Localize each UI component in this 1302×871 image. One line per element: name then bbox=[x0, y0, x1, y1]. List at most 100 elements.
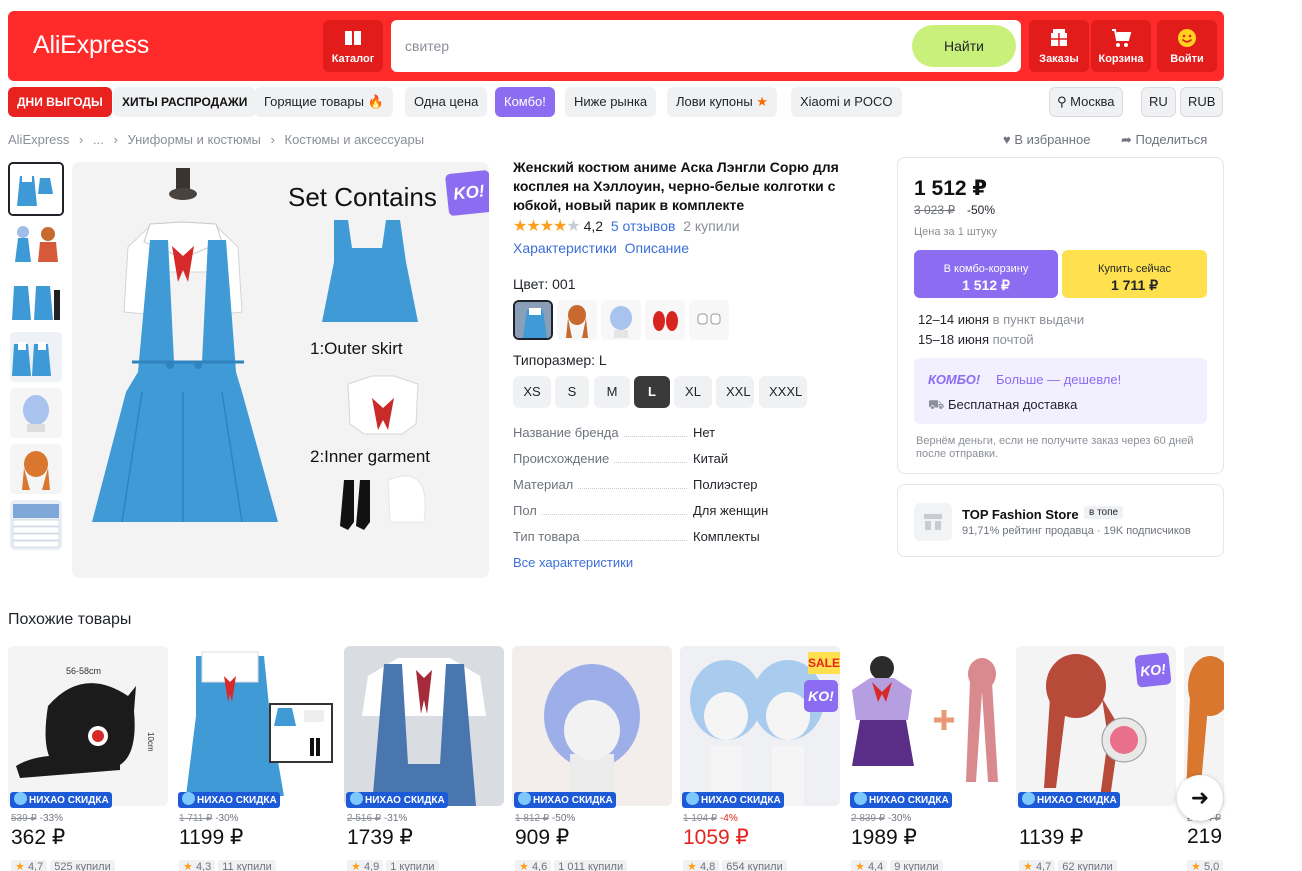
catalog-button[interactable]: Каталог bbox=[323, 20, 383, 72]
store-icon bbox=[924, 514, 942, 530]
similar-meta: ★ 4,3 11 купили bbox=[179, 860, 276, 871]
gallery-thumb[interactable] bbox=[10, 276, 62, 326]
similar-price: 1059 ₽ bbox=[683, 826, 749, 849]
tab-description[interactable]: Описание bbox=[625, 240, 689, 256]
gallery-thumb[interactable] bbox=[10, 444, 62, 494]
similar-card[interactable]: НИХАО СКИДКА 2 516 ₽ -31% 1739 ₽ ★ 4,9 1 … bbox=[344, 646, 504, 871]
chip-deals-days[interactable]: ДНИ ВЫГОДЫ bbox=[8, 87, 112, 117]
crumb-more[interactable]: ... bbox=[93, 132, 104, 147]
favorite-button[interactable]: ♥ В избранное bbox=[1003, 132, 1090, 147]
store-name[interactable]: TOP Fashion Store bbox=[962, 507, 1079, 522]
size-l[interactable]: L bbox=[634, 376, 670, 408]
spec-row: Название бренда Нет bbox=[513, 425, 873, 443]
similar-card[interactable]: НИХАО СКИДКА 2 839 ₽ -30% 1989 ₽ ★ 4,4 9 … bbox=[848, 646, 1008, 871]
rating-stars-icon: ★★★★★ bbox=[513, 218, 581, 235]
chip-combo[interactable]: Комбо! bbox=[495, 87, 555, 117]
search-input[interactable] bbox=[405, 20, 885, 72]
similar-card[interactable]: SALE KO! НИХАО СКИДКА 1 104 ₽ -4% 1059 ₽… bbox=[680, 646, 840, 871]
login-label: Войти bbox=[1170, 53, 1204, 65]
buy-button-label: Купить сейчас bbox=[1098, 262, 1171, 275]
gallery-thumb[interactable] bbox=[10, 332, 62, 382]
similar-meta: ★ 5,0 bbox=[1187, 860, 1224, 871]
city-selector[interactable]: ⚲ Москва bbox=[1049, 87, 1123, 117]
size-xxl[interactable]: XXL bbox=[716, 376, 754, 408]
cart-button[interactable]: Корзина bbox=[1091, 20, 1151, 72]
chip-coupons[interactable]: Лови купоны ★ bbox=[667, 87, 777, 117]
delivery-post-method: почтой bbox=[992, 332, 1034, 347]
crumb-uniforms[interactable]: Униформы и костюмы bbox=[127, 132, 260, 147]
ko-badge: KO! bbox=[444, 169, 489, 217]
orders-button[interactable]: Заказы bbox=[1029, 20, 1089, 72]
set-contains-text: Set Contains bbox=[288, 182, 437, 212]
discount-percent: -50% bbox=[967, 203, 996, 217]
nihao-badge: НИХАО СКИДКА bbox=[1018, 792, 1120, 808]
color-swatch-red-clips[interactable] bbox=[645, 300, 685, 340]
cart-icon bbox=[1112, 29, 1132, 47]
chip-one-price[interactable]: Одна цена bbox=[405, 87, 488, 117]
color-swatch-orange-wig[interactable] bbox=[557, 300, 597, 340]
store-card[interactable]: TOP Fashion Store в топе 91,71% рейтинг … bbox=[897, 484, 1224, 557]
crumb-costumes[interactable]: Костюмы и аксессуары bbox=[285, 132, 425, 147]
combo-promo[interactable]: КОМБО! Больше — дешевле! ⛟ Бесплатная до… bbox=[914, 358, 1207, 424]
currency-selector[interactable]: RUB bbox=[1180, 87, 1224, 117]
gallery-thumb[interactable] bbox=[10, 220, 62, 270]
similar-price: 909 ₽ bbox=[515, 826, 570, 849]
free-delivery-text: Бесплатная доставка bbox=[948, 397, 1078, 412]
delivery-pickup-method: в пункт выдачи bbox=[992, 312, 1085, 327]
similar-card-image: SALE KO! bbox=[680, 646, 840, 806]
similar-card[interactable]: KO! НИХАО СКИДКА 1139 ₽ ★ 4,7 62 купили bbox=[1016, 646, 1176, 871]
similar-card[interactable]: 2 144 ₽ 219 ★ 5,0 bbox=[1184, 646, 1224, 871]
similar-old-price: 1 711 ₽ -30% bbox=[179, 813, 239, 824]
chip-hits[interactable]: ХИТЫ РАСПРОДАЖИ bbox=[113, 87, 257, 117]
search-button[interactable]: Найти bbox=[912, 25, 1016, 67]
similar-meta: ★ 4,9 1 купили bbox=[347, 860, 439, 871]
size-xs[interactable]: XS bbox=[513, 376, 551, 408]
product-main-image[interactable]: Set Contains 1:Outer skirt 2:Inner garme… bbox=[72, 162, 489, 578]
all-specs-link[interactable]: Все характеристики bbox=[513, 555, 633, 570]
login-button[interactable]: Войти bbox=[1157, 20, 1217, 72]
city-label: Москва bbox=[1070, 94, 1115, 109]
aliexpress-logo[interactable]: AliExpress bbox=[33, 31, 149, 60]
rating-value: 4,2 bbox=[583, 218, 604, 234]
location-icon: ⚲ bbox=[1057, 94, 1067, 109]
add-to-combo-button[interactable]: В комбо-корзину 1 512 ₽ bbox=[914, 250, 1058, 298]
gallery-thumb[interactable] bbox=[8, 162, 64, 216]
spec-key: Название бренда bbox=[513, 425, 623, 440]
tab-specs[interactable]: Характеристики bbox=[513, 240, 617, 256]
similar-card[interactable]: 56-58cm 10cm НИХАО СКИДКА 539 ₽ -33% 362 … bbox=[8, 646, 168, 871]
share-button[interactable]: ➦ Поделиться bbox=[1121, 132, 1207, 148]
color-swatch-blue-wig[interactable] bbox=[601, 300, 641, 340]
similar-card[interactable]: НИХАО СКИДКА 1 711 ₽ -30% 1199 ₽ ★ 4,3 11… bbox=[176, 646, 336, 871]
refund-note: Вернём деньги, если не получите заказ че… bbox=[916, 435, 1194, 460]
chip-below-market[interactable]: Ниже рынка bbox=[565, 87, 657, 117]
nihao-badge: НИХАО СКИДКА bbox=[10, 792, 112, 808]
star-icon: ★ bbox=[756, 94, 768, 109]
reviews-link[interactable]: 5 отзывов bbox=[611, 218, 676, 234]
chip-hot[interactable]: Горящие товары 🔥 bbox=[255, 87, 393, 117]
similar-old-price: 2 516 ₽ -31% bbox=[347, 813, 408, 824]
size-s[interactable]: S bbox=[555, 376, 589, 408]
gallery-thumb[interactable] bbox=[10, 500, 62, 550]
product-tabs: Характеристики Описание bbox=[513, 240, 689, 256]
crumb-home[interactable]: AliExpress bbox=[8, 132, 69, 147]
size-label: Типоразмер: L bbox=[513, 352, 607, 368]
similar-meta: ★ 4,7 62 купили bbox=[1019, 860, 1117, 871]
ko-badge: KO! bbox=[804, 680, 838, 712]
spec-row: Материал Полиэстер bbox=[513, 477, 873, 495]
share-label: Поделиться bbox=[1135, 132, 1208, 147]
ko-badge: KO! bbox=[1134, 652, 1172, 688]
store-top-badge: в топе bbox=[1084, 506, 1124, 519]
color-swatch-001[interactable] bbox=[513, 300, 553, 340]
buy-now-button[interactable]: Купить сейчас 1 711 ₽ bbox=[1062, 250, 1207, 298]
size-xl[interactable]: XL bbox=[674, 376, 712, 408]
size-xxxl[interactable]: XXXL bbox=[759, 376, 807, 408]
cart-label: Корзина bbox=[1098, 53, 1144, 65]
chip-xiaomi[interactable]: Xiaomi и POCO bbox=[791, 87, 902, 117]
combo-button-label: В комбо-корзину bbox=[943, 262, 1029, 275]
language-selector[interactable]: RU bbox=[1141, 87, 1176, 117]
size-m[interactable]: M bbox=[594, 376, 630, 408]
similar-card[interactable]: НИХАО СКИДКА 1 812 ₽ -50% 909 ₽ ★ 4,6 1 0… bbox=[512, 646, 672, 871]
carousel-next-button[interactable]: ➜ bbox=[1177, 775, 1223, 821]
color-swatch-earbuds[interactable] bbox=[689, 300, 729, 340]
gallery-thumb[interactable] bbox=[10, 388, 62, 438]
